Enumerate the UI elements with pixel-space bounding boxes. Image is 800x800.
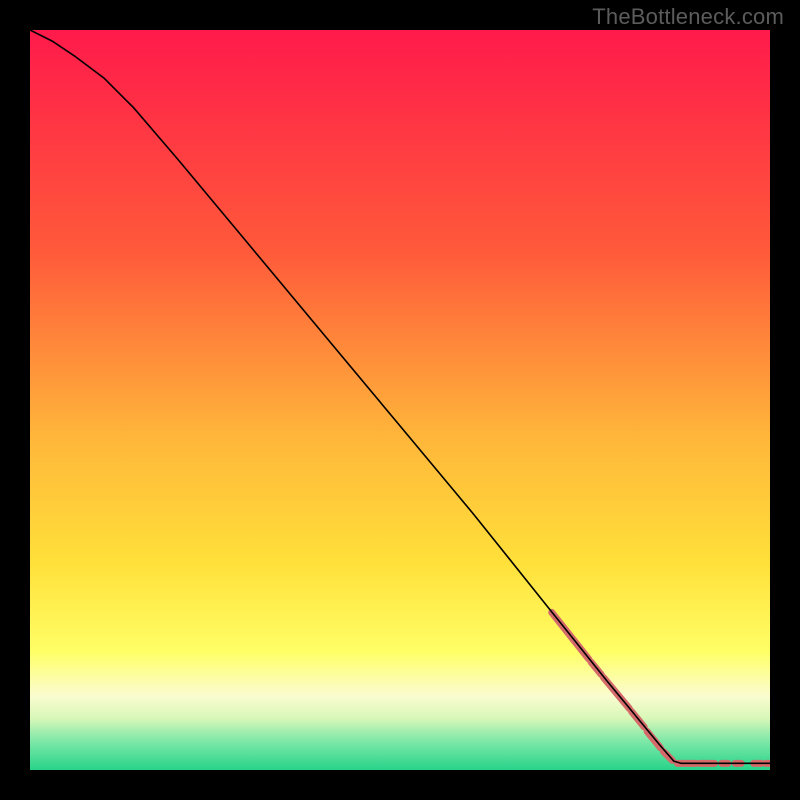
chart-frame: TheBottleneck.com [0,0,800,800]
watermark-text: TheBottleneck.com [592,4,784,30]
chart-svg [30,30,770,770]
chart-background [30,30,770,770]
plot-area [30,30,770,770]
